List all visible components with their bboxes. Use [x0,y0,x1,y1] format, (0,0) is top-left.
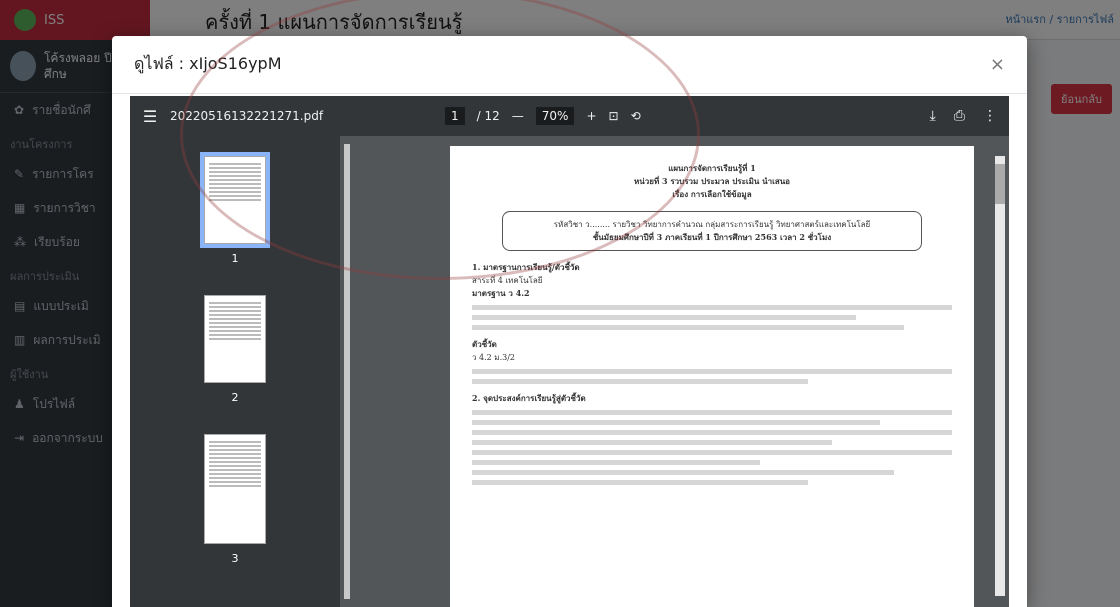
more-icon[interactable]: ⋮ [983,108,997,124]
doc-section-1: 1. มาตรฐานการเรียนรู้/ตัวชี้วัด [472,262,580,272]
thumbnail-image [204,434,266,544]
thumbnail-page-1[interactable]: 1 [200,152,270,265]
doc-info-box: รหัสวิชา ว........ รายวิชา วิทยาการคำนวณ… [502,211,922,251]
modal-header: ดูไฟล์ : xIjoS16ypM × [112,36,1027,94]
doc-standard: มาตรฐาน ว 4.2 [472,288,530,298]
thumbnail-number: 1 [231,252,239,265]
doc-indicator: ว 4.2 ม.3/2 [472,353,515,362]
doc-indicator-head: ตัวชี้วัด [472,339,497,349]
thumbnail-image [204,295,266,383]
thumbnail-number: 2 [231,391,239,404]
pdf-toolbar: ☰ 20220516132221271.pdf 1 / 12 — 70% + ⊡… [130,96,1009,136]
print-icon[interactable]: ⎙ [954,108,965,124]
pdf-page: แผนการจัดการเรียนรู้ที่ 1 หน่วยที่ 3 รวบ… [450,146,974,607]
modal-title: ดูไฟล์ : xIjoS16ypM [134,54,282,73]
pdf-page-controls: 1 / 12 — 70% + ⊡ ⟲ [445,107,641,125]
zoom-out-icon[interactable]: — [512,109,524,123]
close-icon[interactable]: × [990,54,1005,75]
thumbnail-image [200,152,270,248]
scrollbar-thumb[interactable] [995,164,1005,204]
thumbnail-number: 3 [231,552,239,565]
thumbnail-panel: 1 2 3 [130,136,340,607]
zoom-input[interactable]: 70% [535,107,575,125]
page-scrollbar[interactable] [995,156,1005,596]
doc-section-2: 2. จุดประสงค์การเรียนรู้สู่ตัวชี้วัด [472,393,586,403]
thumbnail-page-3[interactable]: 3 [200,434,270,565]
pdf-actions: ⤓ ⎙ ⋮ [930,108,997,124]
page-number-input[interactable]: 1 [445,107,465,125]
menu-icon[interactable]: ☰ [130,107,170,126]
doc-info-line1: รหัสวิชา ว........ รายวิชา วิทยาการคำนวณ… [553,220,871,229]
thumbnail-scrollbar[interactable] [344,144,350,599]
doc-topic: เรื่อง การเลือกใช้ข้อมูล [672,189,752,199]
pdf-viewer: ☰ 20220516132221271.pdf 1 / 12 — 70% + ⊡… [130,96,1009,607]
thumbnail-page-2[interactable]: 2 [200,295,270,404]
doc-strand: สาระที่ 4 เทคโนโลยี [472,276,543,285]
file-viewer-modal: ดูไฟล์ : xIjoS16ypM × ☰ 2022051613222127… [112,36,1027,607]
pdf-filename: 20220516132221271.pdf [170,109,324,123]
doc-info-line2: ชั้นมัธยมศึกษาปีที่ 3 ภาคเรียนที่ 1 ปีกา… [592,232,832,242]
download-icon[interactable]: ⤓ [930,108,936,124]
doc-unit: หน่วยที่ 3 รวบรวม ประมวล ประเมิน นำเสนอ [634,176,790,186]
fit-page-icon[interactable]: ⊡ [609,109,619,123]
zoom-in-icon[interactable]: + [586,109,596,123]
rotate-icon[interactable]: ⟲ [631,109,641,123]
doc-title: แผนการจัดการเรียนรู้ที่ 1 [668,163,756,173]
page-total: / 12 [476,109,500,123]
